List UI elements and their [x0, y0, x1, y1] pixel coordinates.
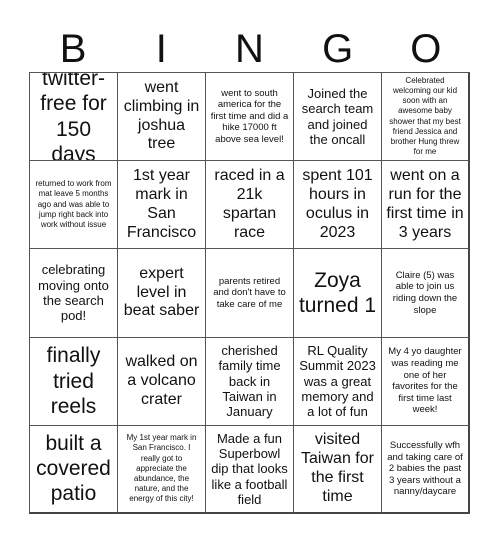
bingo-grid: twitter-free for 150 days went climbing …	[29, 72, 470, 514]
header-letter-b: B	[59, 27, 87, 71]
header-letter-i: I	[155, 27, 167, 71]
bingo-cell-r5-c2[interactable]: My 1st year mark in San Francisco. I rea…	[118, 425, 206, 514]
bingo-cell-r1-c2[interactable]: went climbing in joshua tree	[118, 73, 206, 162]
bingo-cell-r4-c2[interactable]: walked on a volcano crater	[118, 337, 206, 426]
bingo-cell-r1-c3[interactable]: went to south america for the first time…	[206, 73, 294, 162]
bingo-cell-r5-c4[interactable]: visited Taiwan for the first time	[294, 425, 382, 514]
bingo-cell-r5-c3[interactable]: Made a fun Superbowl dip that looks like…	[206, 425, 294, 514]
bingo-cell-r2-c4[interactable]: spent 101 hours in oculus in 2023	[294, 161, 382, 250]
bingo-cell-r2-c3[interactable]: raced in a 21k spartan race	[206, 161, 294, 250]
bingo-cell-r3-c1[interactable]: celebrating moving onto the search pod!	[30, 249, 118, 338]
bingo-cell-r5-c1[interactable]: built a covered patio	[30, 425, 118, 514]
bingo-cell-r2-c2[interactable]: 1st year mark in San Francisco	[118, 161, 206, 250]
bingo-cell-r5-c5[interactable]: Successfully wfh and taking care of 2 ba…	[382, 425, 470, 514]
header-letter-g: G	[322, 27, 354, 71]
bingo-cell-r4-c4[interactable]: RL Quality Summit 2023 was a great memor…	[294, 337, 382, 426]
bingo-header: B I N G O	[29, 26, 470, 72]
bingo-cell-r3-c3[interactable]: parents retired and don't have to take c…	[206, 249, 294, 338]
bingo-cell-r1-c4[interactable]: Joined the search team and joined the on…	[294, 73, 382, 162]
bingo-cell-r3-c5[interactable]: Claire (5) was able to join us riding do…	[382, 249, 470, 338]
bingo-cell-r4-c3[interactable]: cherished family time back in Taiwan in …	[206, 337, 294, 426]
bingo-cell-r1-c5[interactable]: Celebrated welcoming our kid soon with a…	[382, 73, 470, 162]
bingo-cell-r3-c2[interactable]: expert level in beat saber	[118, 249, 206, 338]
bingo-cell-r1-c1[interactable]: twitter-free for 150 days	[30, 73, 118, 162]
bingo-cell-r2-c5[interactable]: went on a run for the first time in 3 ye…	[382, 161, 470, 250]
header-letter-n: N	[235, 27, 264, 71]
bingo-cell-r3-c4[interactable]: Zoya turned 1	[294, 249, 382, 338]
bingo-cell-r2-c1[interactable]: returned to work from mat leave 5 months…	[30, 161, 118, 250]
bingo-cell-r4-c5[interactable]: My 4 yo daughter was reading me one of h…	[382, 337, 470, 426]
header-letter-o: O	[410, 27, 442, 71]
bingo-cell-r4-c1[interactable]: finally tried reels	[30, 337, 118, 426]
